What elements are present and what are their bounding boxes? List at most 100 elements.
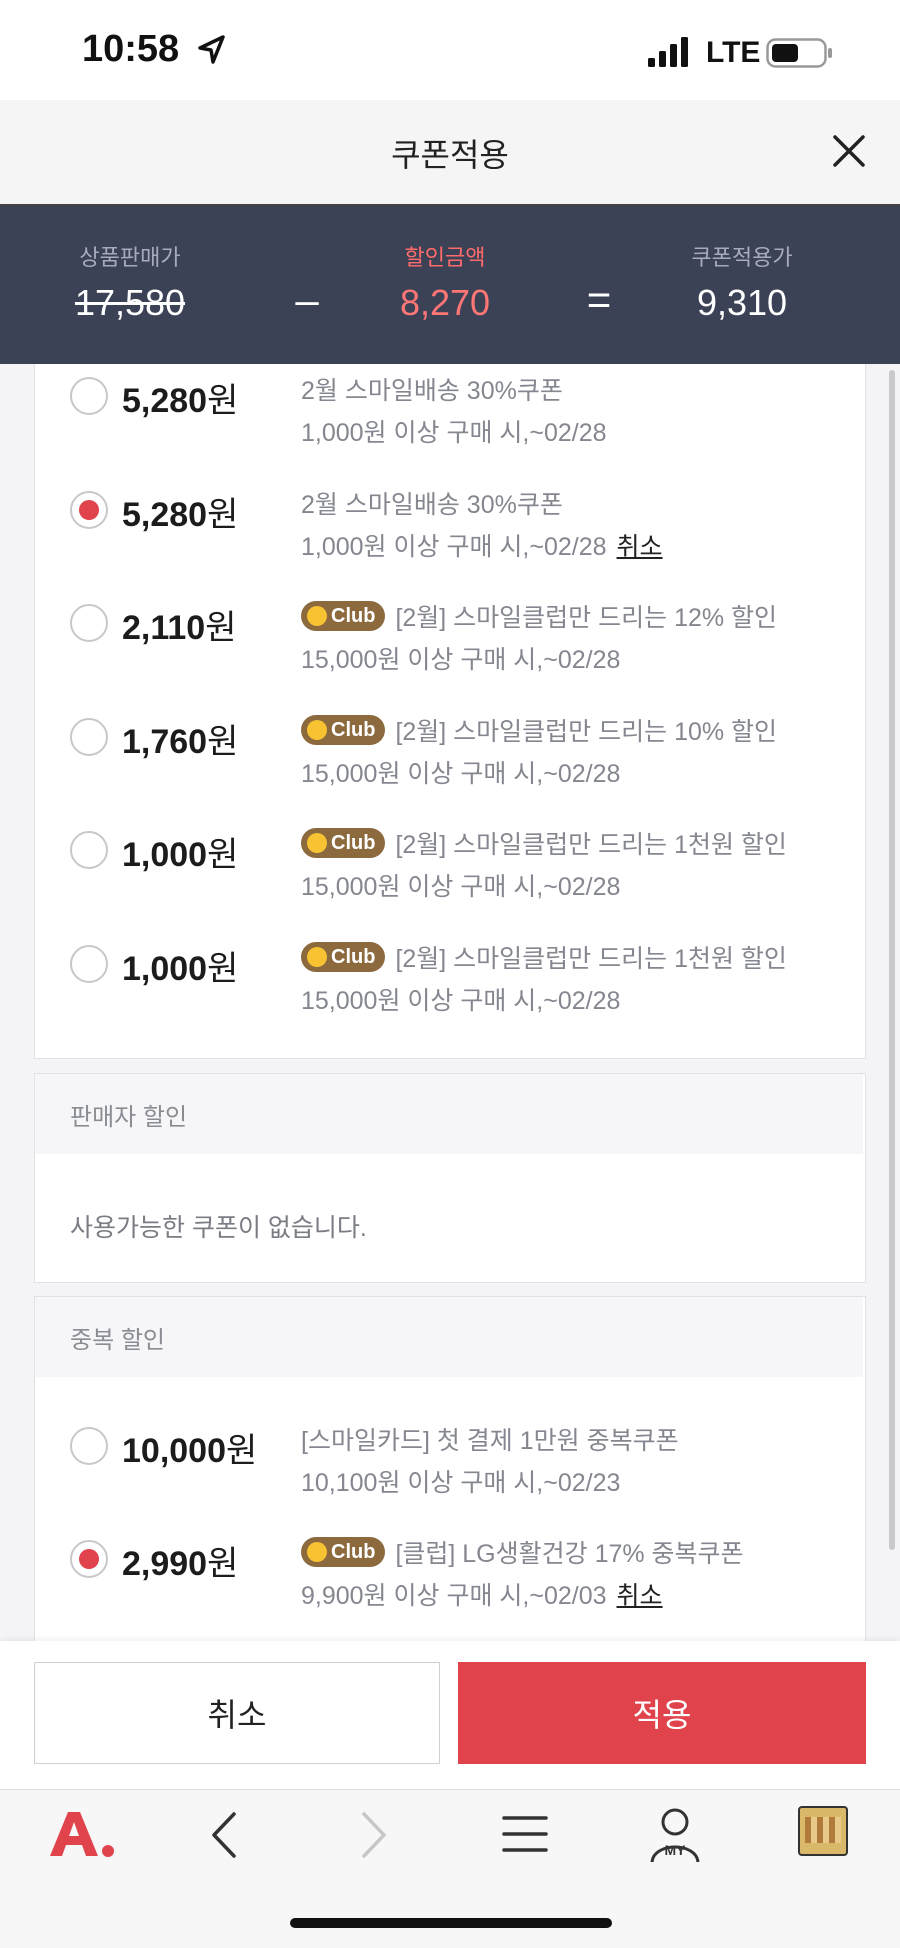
coupon-title: [스마일카드] 첫 결제 1만원 중복쿠폰 (301, 1421, 679, 1457)
page-title: 쿠폰적용 (391, 137, 509, 173)
signal-icon (648, 37, 688, 67)
coupon-title: Club [클럽] LG생활건강 17% 중복쿠폰 (301, 1534, 744, 1570)
coupon-amount-unit: 원 (207, 949, 239, 988)
coupon-amount-unit: 원 (226, 1432, 258, 1470)
coupon-condition-text: 15,000원 이상 구매 시,~02/28 (301, 873, 621, 901)
final-price-value: 9,310 (696, 282, 788, 323)
empty-coupon-message: 사용가능한 쿠폰이 없습니다. (70, 1214, 367, 1242)
coupon-title: 2월 스마일배송 30%쿠폰 (301, 371, 563, 407)
coupon-title-text: 2월 스마일배송 30%쿠폰 (301, 377, 563, 405)
club-badge-label: Club (331, 605, 376, 628)
coupon-amount: 2,110원 (122, 600, 237, 649)
coupon-amount-unit: 원 (207, 722, 239, 761)
coupon-title: Club [2월] 스마일클럽만 드리는 12% 할인 (301, 598, 777, 634)
coupon-amount-value: 1,760 (122, 722, 208, 761)
original-price-label: 상품판매가 (79, 245, 181, 270)
coupon-amount-unit: 원 (207, 1545, 239, 1583)
coupon-amount: 1,000원 (122, 827, 238, 876)
coupon-condition-text: 15,000원 이상 구매 시,~02/28 (301, 986, 621, 1015)
original-price-value: 17,580 (74, 282, 186, 323)
club-badge: Club (301, 714, 386, 745)
coupon-condition: 15,000원 이상 구매 시,~02/28 (301, 981, 620, 1017)
seller-section-title: 판매자 할인 (70, 1104, 188, 1131)
coupon-cancel-link[interactable]: 취소 (617, 1582, 663, 1610)
coupon-cancel-link[interactable]: 취소 (617, 533, 663, 561)
coupon-title-text: [2월] 스마일클럽만 드리는 10% 할인 (395, 717, 778, 746)
coupon-radio[interactable] (70, 1540, 108, 1578)
coupon-title-text: [클럽] LG생활건강 17% 중복쿠폰 (395, 1540, 744, 1568)
coupon-radio[interactable] (70, 717, 108, 756)
cancel-button[interactable]: 취소 (34, 1662, 440, 1764)
coupon-title-text: [스마일카드] 첫 결제 1만원 중복쿠폰 (301, 1427, 679, 1455)
club-badge-label: Club (331, 718, 376, 741)
menu-icon[interactable] (502, 1812, 548, 1856)
coupon-radio[interactable] (70, 377, 108, 415)
coupon-condition: 15,000원 이상 구매 시,~02/28 (301, 640, 620, 676)
coupon-title: Club [2월] 스마일클럽만 드리는 10% 할인 (301, 712, 777, 748)
coupon-condition: 10,100원 이상 구매 시,~02/23 (301, 1463, 620, 1499)
coupon-title: Club [2월] 스마일클럽만 드리는 1천원 할인 (301, 939, 787, 975)
coupon-condition: 15,000원 이상 구매 시,~02/28 (301, 867, 620, 903)
coupon-amount-value: 1,000 (122, 836, 208, 874)
club-badge: Club (301, 941, 386, 972)
club-badge-label: Club (331, 945, 376, 968)
smile-icon (307, 719, 327, 740)
coupon-condition: 1,000원 이상 구매 시,~02/28 (301, 413, 607, 449)
coupon-title: Club [2월] 스마일클럽만 드리는 1천원 할인 (301, 825, 787, 861)
coupon-amount: 1,000원 (122, 941, 238, 990)
battery-icon (766, 38, 832, 68)
coupon-amount: 2,990원 (122, 1536, 238, 1585)
coupon-amount-value: 5,280 (122, 382, 208, 420)
discount-label: 할인금액 (404, 245, 486, 270)
minus-sign: – (295, 276, 319, 323)
coupon-condition-text: 1,000원 이상 구매 시,~02/28 (301, 419, 607, 447)
coupon-radio[interactable] (70, 490, 108, 529)
coupon-amount-unit: 원 (207, 495, 239, 534)
home-indicator (290, 1918, 612, 1928)
coupon-radio[interactable] (70, 944, 108, 983)
equals-sign: = (586, 276, 612, 323)
duplicate-section-title: 중복 할인 (70, 1327, 165, 1354)
back-icon[interactable] (206, 1810, 242, 1860)
coupon-amount-value: 5,280 (122, 495, 208, 534)
club-badge: Club (301, 1537, 386, 1568)
coupon-title-text: [2월] 스마일클럽만 드리는 1천원 할인 (395, 944, 787, 973)
coupon-condition-text: 15,000원 이상 구매 시,~02/28 (301, 759, 621, 788)
scrollbar[interactable] (889, 370, 895, 1550)
smile-icon (307, 833, 327, 854)
coupon-amount-value: 1,000 (122, 949, 208, 988)
forward-icon[interactable] (356, 1810, 392, 1860)
coupon-amount-value: 2,110 (122, 609, 206, 647)
my-page-label: MY (664, 1842, 686, 1858)
smile-icon (307, 606, 327, 627)
coupon-amount: 5,280원 (122, 373, 238, 422)
tabs-thumbnail-icon[interactable] (798, 1806, 848, 1856)
coupon-radio[interactable] (70, 1427, 108, 1465)
coupon-radio[interactable] (70, 604, 108, 642)
coupon-condition: 9,900원 이상 구매 시,~02/03 취소 (301, 1576, 663, 1612)
club-badge: Club (301, 828, 386, 859)
coupon-amount: 5,280원 (122, 487, 238, 536)
coupon-condition-text: 9,900원 이상 구매 시,~02/03 (301, 1582, 607, 1610)
coupon-amount: 10,000원 (122, 1423, 257, 1472)
smile-icon (307, 1542, 327, 1563)
coupon-radio[interactable] (70, 831, 108, 869)
coupon-condition: 1,000원 이상 구매 시,~02/28 취소 (301, 527, 663, 563)
coupon-condition-text: 1,000원 이상 구매 시,~02/28 (301, 532, 607, 561)
club-badge: Club (301, 601, 386, 632)
close-icon[interactable] (826, 128, 872, 174)
home-logo-icon[interactable] (46, 1806, 116, 1866)
coupon-condition-text: 10,100원 이상 구매 시,~02/23 (301, 1469, 621, 1497)
coupon-amount-value: 2,990 (122, 1545, 208, 1583)
coupon-amount-value: 10,000 (122, 1432, 226, 1470)
network-type: LTE (706, 36, 761, 69)
discount-value: 8,270 (399, 282, 491, 323)
smile-icon (307, 946, 327, 967)
coupon-title-text: 2월 스마일배송 30%쿠폰 (301, 490, 563, 519)
apply-button[interactable]: 적용 (458, 1662, 866, 1764)
coupon-amount-unit: 원 (205, 609, 237, 647)
status-time: 10:58 (82, 28, 180, 70)
final-price-label: 쿠폰적용가 (691, 245, 793, 270)
coupon-title-text: [2월] 스마일클럽만 드리는 1천원 할인 (395, 831, 787, 859)
club-badge-label: Club (331, 1541, 376, 1564)
